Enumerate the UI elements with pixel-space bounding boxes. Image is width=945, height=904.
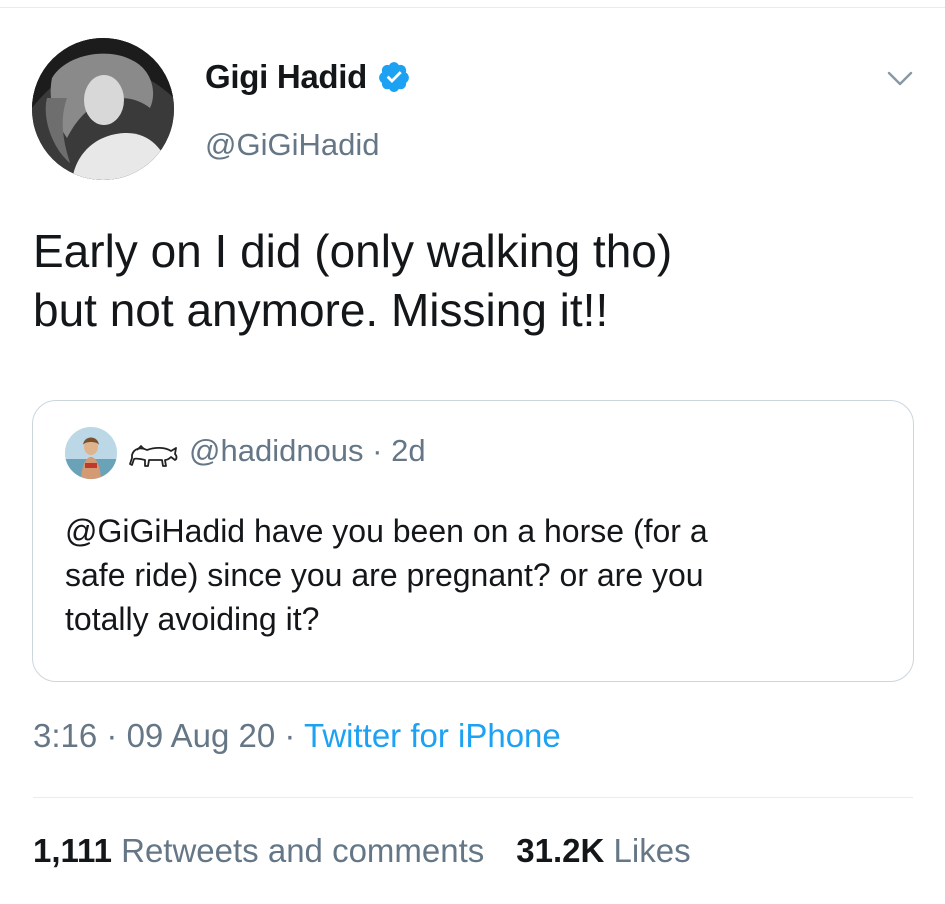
tweet-stats-row: 1,111 Retweets and comments 31.2K Likes [33, 832, 691, 870]
quoted-tweet-text-line: @GiGiHadid have you been on a horse (for… [65, 513, 708, 549]
likes-stat[interactable]: 31.2K Likes [516, 832, 690, 869]
quoted-tweet-meta: @hadidnous · 2d [189, 433, 426, 469]
tweet-time[interactable]: 3:16 [33, 717, 97, 754]
chevron-down-icon[interactable] [883, 62, 917, 96]
meta-separator: · [106, 717, 118, 754]
tweet-text-line: but not anymore. Missing it!! [33, 284, 609, 336]
tweet-timestamp-row: 3:16 · 09 Aug 20 · Twitter for iPhone [33, 717, 561, 755]
tweet-text: Early on I did (only walking tho) but no… [33, 222, 893, 340]
meta-separator: · [372, 433, 383, 468]
horse-emoji-icon [129, 444, 178, 467]
tweet-source-link[interactable]: Twitter for iPhone [304, 717, 561, 754]
meta-separator: · [284, 717, 296, 754]
quoted-tweet-text-line: totally avoiding it? [65, 601, 320, 637]
tweet-text-line: Early on I did (only walking tho) [33, 225, 673, 277]
quoted-tweet-card[interactable]: @hadidnous · 2d @GiGiHadid have you been… [32, 400, 914, 682]
author-avatar[interactable] [32, 38, 174, 180]
profile-photo-icon [65, 427, 117, 479]
quoted-tweet-age[interactable]: 2d [391, 433, 425, 468]
retweets-count: 1,111 [33, 832, 112, 869]
author-handle[interactable]: @GiGiHadid [205, 127, 379, 163]
quoted-tweet-text: @GiGiHadid have you been on a horse (for… [65, 509, 885, 641]
top-divider [0, 0, 945, 8]
likes-label: Likes [613, 832, 691, 869]
retweets-label: Retweets and comments [121, 832, 485, 869]
author-display-name[interactable]: Gigi Hadid [205, 58, 367, 96]
profile-photo-icon [32, 38, 174, 180]
author-name-row: Gigi Hadid [205, 58, 411, 96]
tweet-date[interactable]: 09 Aug 20 [127, 717, 276, 754]
quoted-tweet-text-line: safe ride) since you are pregnant? or ar… [65, 557, 704, 593]
retweets-stat[interactable]: 1,111 Retweets and comments [33, 832, 484, 869]
quoted-author-handle[interactable]: @hadidnous [189, 433, 364, 468]
quoted-author-avatar[interactable] [65, 427, 117, 479]
stats-divider [33, 797, 913, 798]
likes-count: 31.2K [516, 832, 605, 869]
verified-badge-icon [379, 62, 409, 93]
